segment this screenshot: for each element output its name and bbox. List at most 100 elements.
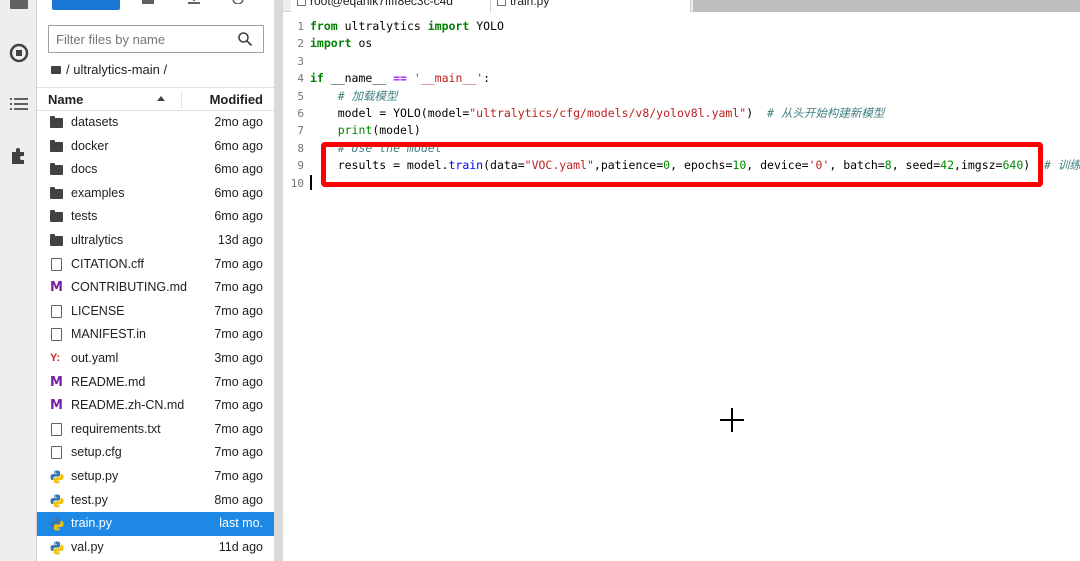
file-modified: 7mo ago [214, 445, 263, 460]
file-icon [497, 0, 506, 6]
breadcrumb-path[interactable]: / ultralytics-main / [66, 62, 167, 77]
column-header-modified[interactable]: Modified [210, 92, 263, 107]
search-icon [238, 32, 253, 47]
highlight-box [321, 142, 1043, 187]
folder-icon [50, 186, 63, 199]
line-number-gutter: 1 2 3 4 5 6 7 8 9 10 [283, 18, 304, 192]
file-modified: 7mo ago [214, 303, 263, 318]
file-row-docker[interactable]: docker 6mo ago [37, 135, 274, 159]
python-icon [50, 494, 64, 507]
folder-icon [50, 233, 63, 246]
yaml-icon: Y: [50, 351, 61, 364]
markdown-icon: M [50, 398, 63, 414]
file-modified: 7mo ago [214, 468, 263, 483]
file-name: val.py [71, 539, 104, 554]
file-row-train-py[interactable]: train.py last mo. [37, 512, 274, 536]
file-name: setup.cfg [71, 445, 122, 460]
upload-icon[interactable] [187, 0, 201, 8]
code-line-6: model = YOLO(model="ultralytics/cfg/mode… [310, 105, 885, 120]
file-name: out.yaml [71, 350, 119, 365]
file-row-requirements-txt[interactable]: requirements.txt 7mo ago [37, 418, 274, 442]
file-name: LICENSE [71, 303, 125, 318]
file-row-readme-md[interactable]: M README.md 7mo ago [37, 371, 274, 395]
list-icon[interactable] [9, 94, 29, 114]
text-cursor [310, 175, 312, 190]
code-line-7: print(model) [337, 123, 421, 138]
file-modified: 7mo ago [214, 374, 263, 389]
file-name: README.md [71, 374, 146, 389]
folder-icon [50, 116, 63, 128]
column-header-name[interactable]: Name [48, 92, 83, 107]
breadcrumb: / ultralytics-main / [51, 62, 167, 77]
folder-icon [50, 210, 63, 223]
file-modified: 7mo ago [214, 327, 263, 342]
file-row-manifest-in[interactable]: MANIFEST.in 7mo ago [37, 323, 274, 347]
file-modified: 2mo ago [214, 115, 263, 129]
file-row-setup-cfg[interactable]: setup.cfg 7mo ago [37, 441, 274, 465]
file-modified: 7mo ago [214, 256, 263, 271]
file-name: requirements.txt [71, 421, 161, 436]
code-line-2: import os [310, 36, 373, 51]
file-row-docs[interactable]: docs 6mo ago [37, 158, 274, 182]
stop-circle-icon[interactable] [9, 43, 29, 63]
file-name: datasets [71, 115, 119, 129]
file-row-datasets[interactable]: datasets 2mo ago [37, 111, 274, 135]
file-icon [51, 328, 62, 342]
file-modified: 13d ago [217, 232, 263, 247]
panel-splitter[interactable] [274, 0, 283, 561]
file-row-contributing-md[interactable]: M CONTRIBUTING.md 7mo ago [37, 276, 274, 300]
column-divider[interactable] [181, 91, 182, 108]
file-name: MANIFEST.in [71, 327, 147, 342]
line-number: 6 [297, 106, 304, 120]
file-modified: last mo. [219, 516, 263, 531]
markdown-icon: M [50, 374, 63, 390]
activity-bar [0, 0, 37, 561]
puzzle-icon[interactable] [9, 145, 29, 165]
line-number: 10 [290, 176, 304, 190]
file-row-readme-zh-cn-md[interactable]: M README.zh-CN.md 7mo ago [37, 394, 274, 418]
new-folder-icon[interactable] [141, 0, 155, 8]
file-modified: 7mo ago [214, 421, 263, 436]
file-row-val-py[interactable]: val.py 11d ago [37, 536, 274, 560]
crosshair-cursor-icon [720, 408, 744, 432]
file-name: setup.py [71, 468, 119, 483]
tab-label: train.py [510, 0, 550, 8]
line-number: 3 [297, 54, 304, 68]
file-list-header: Name Modified [37, 87, 274, 111]
file-name: CONTRIBUTING.md [71, 280, 187, 295]
home-folder-icon[interactable] [51, 65, 61, 74]
line-number: 1 [297, 20, 304, 33]
file-modified: 6mo ago [214, 138, 263, 153]
file-filter [48, 25, 264, 53]
folder-icon [50, 139, 63, 152]
file-filter-input[interactable] [49, 26, 229, 52]
file-icon [51, 304, 62, 318]
terminal-icon [297, 0, 306, 6]
new-launcher-button[interactable]: + [52, 0, 120, 10]
line-number: 5 [297, 89, 304, 103]
file-name: tests [71, 209, 98, 224]
refresh-icon[interactable] [231, 0, 245, 8]
file-row-tests[interactable]: tests 6mo ago [37, 205, 274, 229]
file-row-test-py[interactable]: test.py 8mo ago [37, 489, 274, 513]
code-line-1: from ultralytics import YOLO [310, 19, 504, 33]
file-row-examples[interactable]: examples 6mo ago [37, 182, 274, 206]
file-row-setup-py[interactable]: setup.py 7mo ago [37, 465, 274, 489]
tab-train-py[interactable]: train.py [491, 0, 691, 12]
file-modified: 7mo ago [214, 398, 263, 413]
file-row-citation-cff[interactable]: CITATION.cff 7mo ago [37, 253, 274, 277]
python-icon [50, 470, 64, 484]
file-row-out-yaml[interactable]: Y: out.yaml 3mo ago [37, 347, 274, 371]
file-row-license[interactable]: LICENSE 7mo ago [37, 300, 274, 324]
tab-bar-empty [693, 0, 1080, 12]
file-icon [51, 257, 62, 271]
file-modified: 6mo ago [214, 209, 263, 224]
folder-tab-icon[interactable] [9, 0, 29, 12]
file-browser: + / ultralytics-main / Name Modified dat… [37, 0, 274, 561]
markdown-icon: M [50, 280, 63, 296]
sort-ascending-icon [157, 96, 165, 101]
file-row-ultralytics[interactable]: ultralytics 13d ago [37, 229, 274, 253]
file-icon [51, 422, 62, 436]
tab-terminal[interactable]: root@eqanik7ffff8ec3c-c4d [291, 0, 491, 12]
